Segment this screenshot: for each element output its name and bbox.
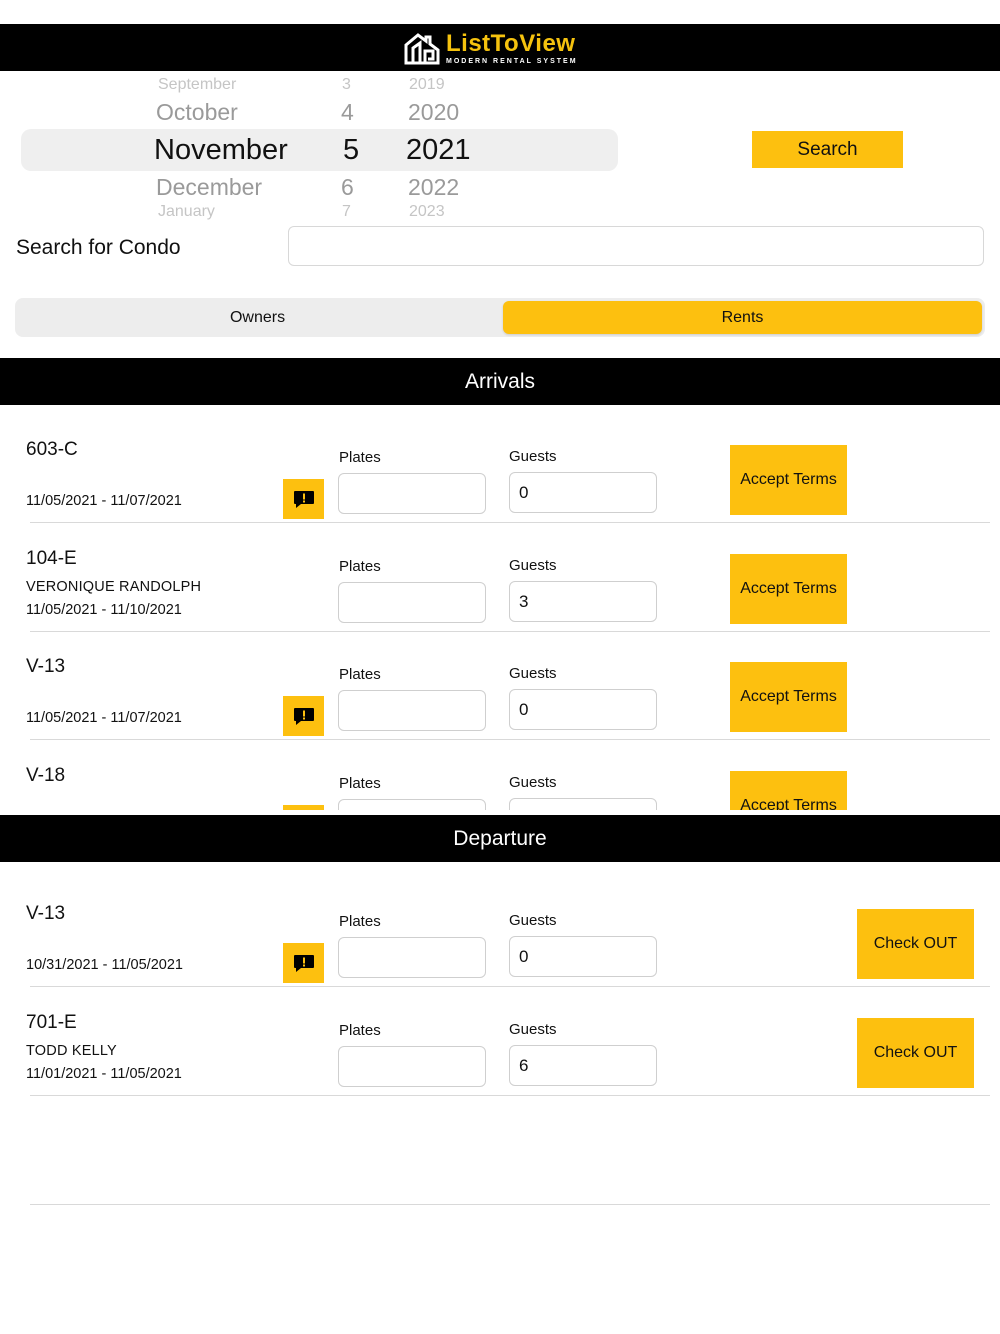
picker-year-option[interactable]: 2020 <box>408 99 459 126</box>
brand-tagline: MODERN RENTAL SYSTEM <box>446 57 578 65</box>
note-button[interactable] <box>283 696 324 736</box>
guests-input[interactable]: 0 <box>509 689 657 730</box>
guests-label: Guests <box>509 665 557 682</box>
arrivals-section-header: Arrivals <box>0 358 1000 405</box>
picker-month-option[interactable]: September <box>158 76 236 94</box>
arrival-row: V-18 Plates Guests 0 Accept Terms <box>0 741 1000 810</box>
brand-name: ListToView <box>446 29 576 57</box>
departure-list[interactable]: V-13 10/31/2021 - 11/05/2021 Plates Gues… <box>0 862 1000 1207</box>
note-button[interactable] <box>283 805 324 810</box>
guests-input[interactable]: 0 <box>509 472 657 513</box>
guests-label: Guests <box>509 774 557 791</box>
picker-day-option[interactable]: 6 <box>341 174 354 201</box>
picker-day-option[interactable]: 4 <box>341 99 354 126</box>
guests-label: Guests <box>509 557 557 574</box>
list-bottom-divider <box>30 1204 990 1205</box>
row-divider <box>30 522 990 523</box>
guests-label: Guests <box>509 912 557 929</box>
plates-input[interactable] <box>338 799 486 810</box>
plates-input[interactable] <box>338 690 486 731</box>
note-button[interactable] <box>283 479 324 519</box>
plates-label: Plates <box>339 1022 381 1039</box>
stay-dates: 11/05/2021 - 11/10/2021 <box>26 602 182 618</box>
guests-input[interactable]: 6 <box>509 1045 657 1086</box>
check-out-button[interactable]: Check OUT <box>857 1018 974 1088</box>
segment-rents[interactable]: Rents <box>503 301 982 334</box>
picker-year-option[interactable]: 2023 <box>409 203 445 221</box>
unit-number: V-13 <box>26 656 66 677</box>
app-header: ListToView MODERN RENTAL SYSTEM <box>0 24 1000 71</box>
guests-input[interactable]: 0 <box>509 798 657 810</box>
departure-section-header: Departure <box>0 815 1000 862</box>
segment-owners[interactable]: Owners <box>15 298 500 337</box>
departure-row: 701-E TODD KELLY 11/01/2021 - 11/05/2021… <box>0 988 1000 1096</box>
search-button[interactable]: Search <box>752 131 903 168</box>
plates-label: Plates <box>339 775 381 792</box>
picker-day-selected[interactable]: 5 <box>343 134 359 167</box>
unit-number: 104-E <box>26 548 77 569</box>
arrival-row: V-13 11/05/2021 - 11/07/2021 Plates Gues… <box>0 632 1000 740</box>
house-logo-icon <box>404 33 440 65</box>
note-button[interactable] <box>283 943 324 983</box>
stay-dates: 11/01/2021 - 11/05/2021 <box>26 1066 182 1082</box>
plates-label: Plates <box>339 666 381 683</box>
row-divider <box>30 986 990 987</box>
arrival-row: 603-C 11/05/2021 - 11/07/2021 Plates Gue… <box>0 415 1000 523</box>
owners-rents-segmented-control: Owners Rents <box>15 298 985 337</box>
departure-title: Departure <box>453 826 547 850</box>
date-picker[interactable]: September October November December Janu… <box>0 72 640 222</box>
stay-dates: 11/05/2021 - 11/07/2021 <box>26 493 182 509</box>
stay-dates: 10/31/2021 - 11/05/2021 <box>26 957 183 973</box>
accept-terms-button[interactable]: Accept Terms <box>730 554 847 624</box>
unit-number: V-13 <box>26 903 66 924</box>
check-out-button[interactable]: Check OUT <box>857 909 974 979</box>
guests-label: Guests <box>509 1021 557 1038</box>
unit-number: 701-E <box>26 1012 77 1033</box>
picker-day-option[interactable]: 3 <box>342 76 351 94</box>
guests-label: Guests <box>509 448 557 465</box>
arrivals-title: Arrivals <box>464 369 535 393</box>
picker-year-option[interactable]: 2019 <box>409 76 445 94</box>
plates-label: Plates <box>339 558 381 575</box>
plates-input[interactable] <box>338 473 486 514</box>
plates-input[interactable] <box>338 1046 486 1087</box>
arrivals-list[interactable]: 603-C 11/05/2021 - 11/07/2021 Plates Gue… <box>0 405 1000 810</box>
picker-month-option[interactable]: January <box>158 203 215 221</box>
plates-label: Plates <box>339 449 381 466</box>
guest-name: VERONIQUE RANDOLPH <box>26 579 202 595</box>
row-divider <box>30 1095 990 1096</box>
message-alert-icon <box>293 708 314 725</box>
accept-terms-button[interactable]: Accept Terms <box>730 662 847 732</box>
condo-search-input[interactable] <box>288 226 984 266</box>
picker-month-option[interactable]: October <box>156 99 238 126</box>
message-alert-icon <box>293 491 314 508</box>
app-logo: ListToView MODERN RENTAL SYSTEM <box>404 30 578 66</box>
plates-input[interactable] <box>338 937 486 978</box>
picker-month-option[interactable]: December <box>156 174 262 201</box>
arrival-row: 104-E VERONIQUE RANDOLPH 11/05/2021 - 11… <box>0 524 1000 632</box>
row-divider <box>30 739 990 740</box>
accept-terms-button[interactable]: Accept Terms <box>730 445 847 515</box>
unit-number: V-18 <box>26 765 66 786</box>
stay-dates: 11/05/2021 - 11/07/2021 <box>26 710 182 726</box>
picker-day-option[interactable]: 7 <box>342 203 351 221</box>
message-alert-icon <box>293 955 314 972</box>
accept-terms-button[interactable]: Accept Terms <box>730 771 847 810</box>
guest-name: TODD KELLY <box>26 1043 117 1059</box>
picker-year-selected[interactable]: 2021 <box>406 134 471 167</box>
plates-input[interactable] <box>338 582 486 623</box>
plates-label: Plates <box>339 913 381 930</box>
picker-month-selected[interactable]: November <box>154 134 288 167</box>
departure-row: V-13 10/31/2021 - 11/05/2021 Plates Gues… <box>0 879 1000 987</box>
condo-search-label: Search for Condo <box>16 236 181 259</box>
unit-number: 603-C <box>26 439 78 460</box>
picker-year-option[interactable]: 2022 <box>408 174 459 201</box>
guests-input[interactable]: 3 <box>509 581 657 622</box>
guests-input[interactable]: 0 <box>509 936 657 977</box>
